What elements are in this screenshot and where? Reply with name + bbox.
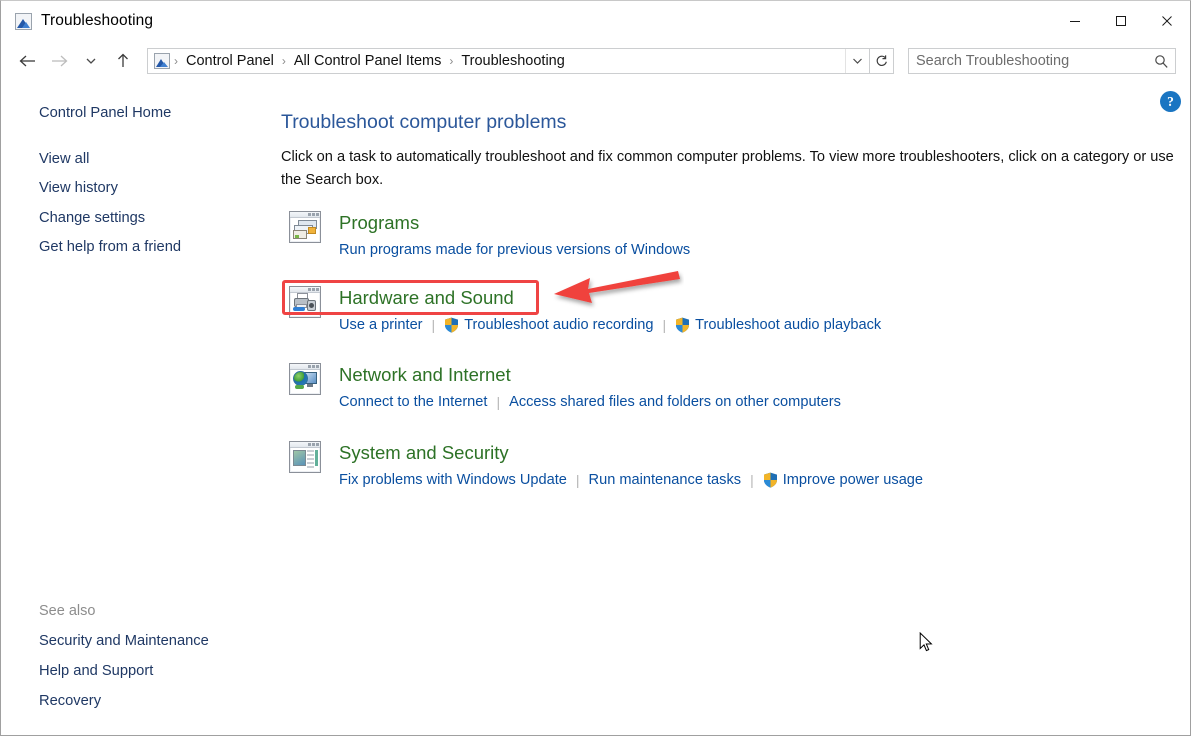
content-pane: ? Troubleshoot computer problems Click o… [273, 82, 1190, 735]
hardware-sound-icon [289, 286, 321, 318]
search-input[interactable]: Search Troubleshooting [909, 53, 1147, 69]
shield-icon [763, 472, 778, 488]
window-controls [1052, 1, 1190, 41]
link-use-a-printer[interactable]: Use a printer [339, 317, 423, 333]
category-title-hardware-and-sound[interactable]: Hardware and Sound [339, 287, 514, 309]
link-divider: | [750, 472, 754, 488]
programs-icon [289, 211, 321, 243]
back-button[interactable] [11, 46, 43, 76]
breadcrumb-root-icon [154, 53, 170, 69]
breadcrumb-troubleshooting[interactable]: Troubleshooting [455, 53, 570, 69]
link-divider: | [662, 317, 667, 333]
breadcrumb-separator: › [449, 54, 454, 68]
link-divider: | [431, 317, 436, 333]
category-title-programs[interactable]: Programs [339, 212, 419, 234]
troubleshooting-icon [15, 12, 32, 30]
breadcrumb-separator: › [174, 54, 178, 68]
sidebar-item-get-help[interactable]: Get help from a friend [39, 239, 181, 255]
link-fix-windows-update[interactable]: Fix problems with Windows Update [339, 472, 567, 488]
up-button[interactable] [107, 46, 139, 76]
troubleshooting-window: Troubleshooting › Control Panel › All Co… [0, 0, 1191, 736]
sidebar-item-view-all[interactable]: View all [39, 151, 89, 167]
sidebar-item-security-maintenance[interactable]: Security and Maintenance [39, 633, 209, 649]
page-description: Click on a task to automatically trouble… [281, 149, 1174, 188]
window-title: Troubleshooting [41, 12, 154, 29]
sidebar-item-change-settings[interactable]: Change settings [39, 210, 145, 226]
close-button[interactable] [1144, 1, 1190, 41]
recent-locations-button[interactable] [75, 46, 107, 76]
category-links-network-and-internet: Connect to the Internet | Access shared … [339, 394, 841, 410]
category-links-hardware-and-sound: Use a printer | Troubleshoot audio recor… [339, 317, 881, 333]
chevron-down-icon[interactable] [845, 49, 869, 73]
sidebar-item-recovery[interactable]: Recovery [39, 693, 101, 709]
network-internet-icon [289, 363, 321, 395]
maximize-button[interactable] [1098, 1, 1144, 41]
sidebar-item-help-support[interactable]: Help and Support [39, 663, 153, 679]
link-connect-to-internet[interactable]: Connect to the Internet [339, 394, 487, 410]
link-divider: | [496, 394, 501, 410]
search-box[interactable]: Search Troubleshooting [908, 48, 1176, 74]
breadcrumb-bar[interactable]: › Control Panel › All Control Panel Item… [147, 48, 870, 74]
refresh-button[interactable] [870, 48, 894, 74]
system-security-icon [289, 441, 321, 473]
search-icon[interactable] [1147, 54, 1175, 69]
sidebar: Control Panel Home View all View history… [1, 82, 273, 735]
link-run-maintenance-tasks[interactable]: Run maintenance tasks [589, 472, 742, 488]
address-bar: › Control Panel › All Control Panel Item… [1, 41, 1190, 81]
title-bar: Troubleshooting [1, 1, 1190, 41]
link-access-shared-files[interactable]: Access shared files and folders on other… [509, 394, 841, 410]
shield-icon [444, 317, 459, 333]
see-also-label: See also [39, 603, 96, 619]
category-title-system-and-security[interactable]: System and Security [339, 442, 509, 464]
breadcrumb-separator: › [281, 54, 286, 68]
window-body: Control Panel Home View all View history… [1, 82, 1190, 735]
sidebar-item-view-history[interactable]: View history [39, 180, 118, 196]
link-troubleshoot-audio-recording[interactable]: Troubleshoot audio recording [464, 317, 653, 333]
help-button[interactable]: ? [1160, 91, 1181, 112]
page-title: Troubleshoot computer problems [281, 111, 567, 133]
category-links-system-and-security: Fix problems with Windows Update | Run m… [339, 472, 923, 488]
category-links-programs: Run programs made for previous versions … [339, 242, 690, 258]
link-improve-power-usage[interactable]: Improve power usage [783, 472, 923, 488]
forward-button[interactable] [43, 46, 75, 76]
sidebar-item-control-panel-home[interactable]: Control Panel Home [39, 105, 171, 121]
breadcrumb-control-panel[interactable]: Control Panel [180, 53, 280, 69]
link-troubleshoot-audio-playback[interactable]: Troubleshoot audio playback [695, 317, 881, 333]
link-run-programs-previous-versions[interactable]: Run programs made for previous versions … [339, 242, 690, 258]
shield-icon [675, 317, 690, 333]
breadcrumb-all-items[interactable]: All Control Panel Items [288, 53, 447, 69]
link-divider: | [575, 472, 580, 488]
minimize-button[interactable] [1052, 1, 1098, 41]
category-title-network-and-internet[interactable]: Network and Internet [339, 364, 511, 386]
